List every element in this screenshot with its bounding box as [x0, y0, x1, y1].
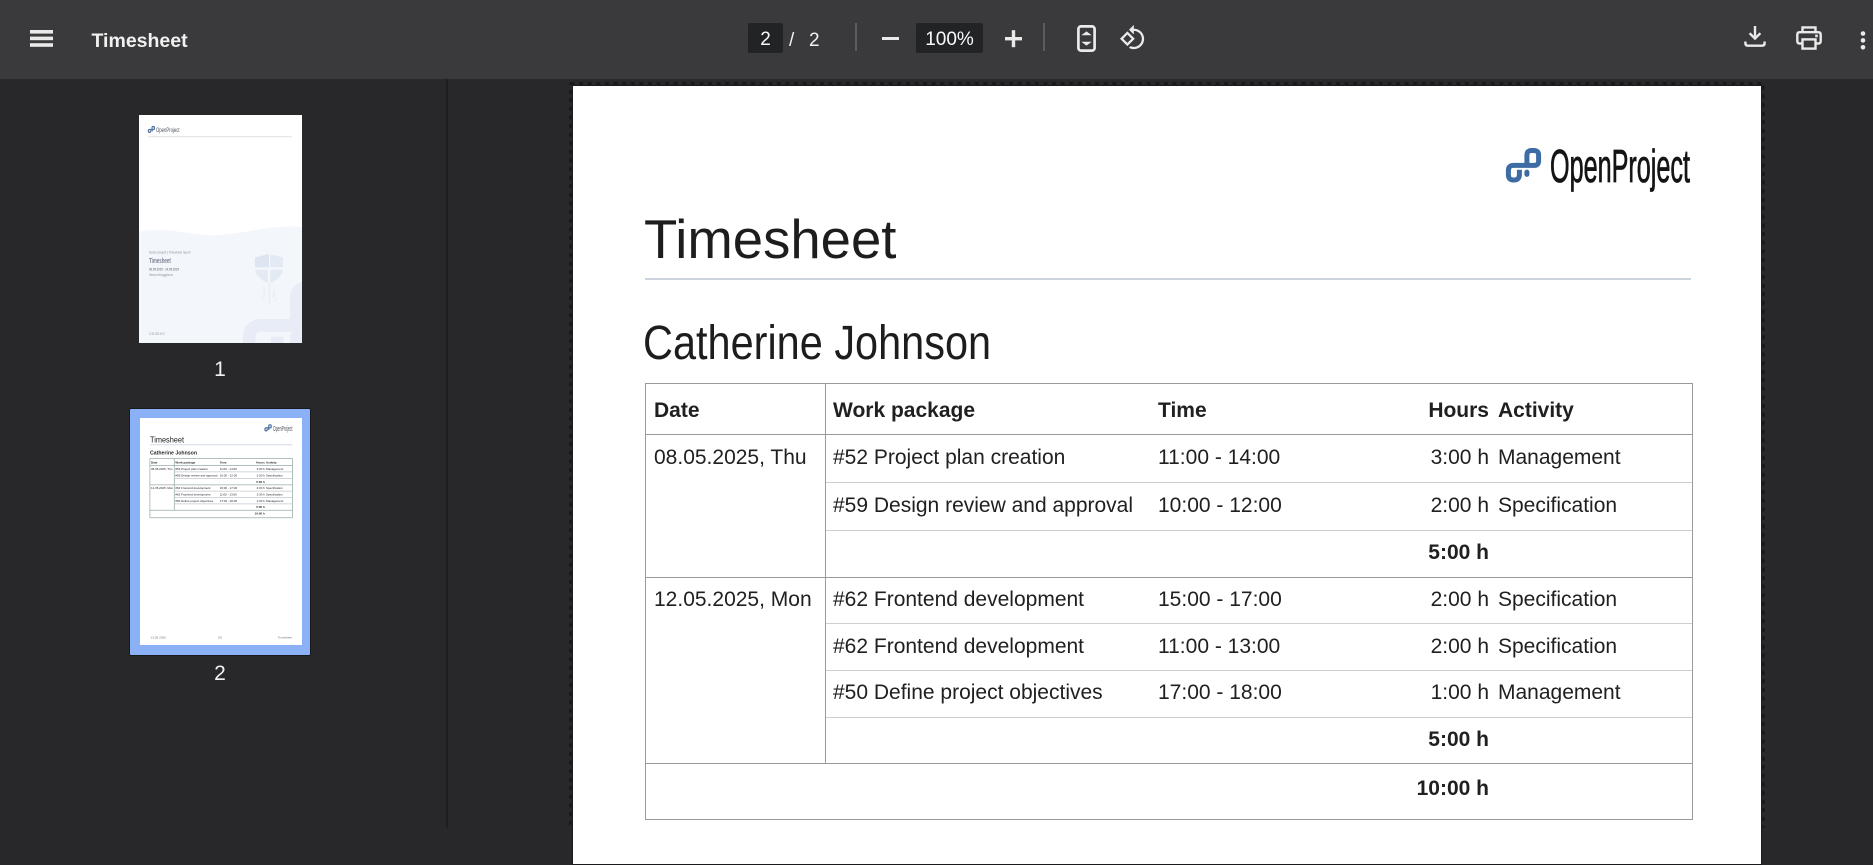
svg-text:08.05.2025 - 14.05.2025: 08.05.2025 - 14.05.2025 [149, 267, 179, 271]
svg-text:#62 Frontend development: #62 Frontend development [175, 493, 210, 497]
svg-text:11:00 - 14:00: 11:00 - 14:00 [219, 467, 236, 471]
svg-text:Specification: Specification [266, 493, 283, 497]
svg-text:Work package: Work package [175, 461, 195, 465]
svg-text:2:00 h: 2:00 h [256, 493, 265, 497]
svg-text:Hours: Hours [256, 461, 265, 465]
svg-text:12.05.2025, Mon: 12.05.2025, Mon [151, 486, 173, 490]
svg-text:Timesheet: Timesheet [149, 256, 171, 265]
svg-text:#52 Project plan creation: #52 Project plan creation [175, 467, 208, 471]
svg-text:Specification: Specification [266, 486, 283, 490]
svg-text:OpenProject: OpenProject [1550, 144, 1690, 192]
svg-text:1:00 h: 1:00 h [256, 499, 265, 503]
svg-text:2:00 h: 2:00 h [256, 486, 265, 490]
svg-text:Specification: Specification [266, 474, 283, 478]
svg-text:OpenProject: OpenProject [273, 424, 293, 433]
svg-text:#59 Design review and approval: #59 Design review and approval [175, 474, 217, 478]
svg-text:Timesheet: Timesheet [150, 434, 185, 444]
svg-text:11:00 - 13:00: 11:00 - 13:00 [219, 493, 236, 497]
svg-text:10:00 h: 10:00 h [254, 512, 264, 516]
svg-text:Timesheet: Timesheet [277, 636, 291, 640]
svg-text:5:00 h: 5:00 h [256, 505, 265, 509]
svg-text:Date: Date [151, 461, 158, 465]
svg-text:5:00 h: 5:00 h [256, 480, 265, 484]
svg-text:OpenProject: OpenProject [156, 127, 180, 134]
svg-text:Hanna Mcwggphone: Hanna Mcwggphone [149, 273, 173, 277]
svg-text:Activity: Activity [266, 461, 277, 465]
svg-text:08.05.2025, Thu: 08.05.2025, Thu [151, 467, 173, 471]
svg-text:13.05.2025: 13.05.2025 [150, 636, 166, 640]
svg-text:Management: Management [266, 467, 283, 471]
svg-text:Catherine Johnson: Catherine Johnson [150, 451, 198, 457]
svg-text:Time: Time [219, 461, 226, 465]
svg-text:Management: Management [266, 499, 283, 503]
svg-text:17:00 - 18:00: 17:00 - 18:00 [219, 499, 237, 503]
svg-text:2/2: 2/2 [217, 636, 222, 640]
svg-text:13.05.2025 09:07: 13.05.2025 09:07 [149, 332, 165, 336]
svg-text:Demo project | Timesheet rep: Demo project | Timesheet report [149, 251, 191, 255]
svg-text:3:00 h: 3:00 h [256, 467, 265, 471]
svg-text:#62 Frontend development: #62 Frontend development [175, 486, 210, 490]
svg-text:2:00 h: 2:00 h [256, 474, 265, 478]
svg-text:#50 Define project objectives: #50 Define project objectives [175, 499, 213, 503]
svg-text:10:00 - 12:00: 10:00 - 12:00 [219, 474, 237, 478]
svg-text:15:00 - 17:00: 15:00 - 17:00 [219, 486, 237, 490]
